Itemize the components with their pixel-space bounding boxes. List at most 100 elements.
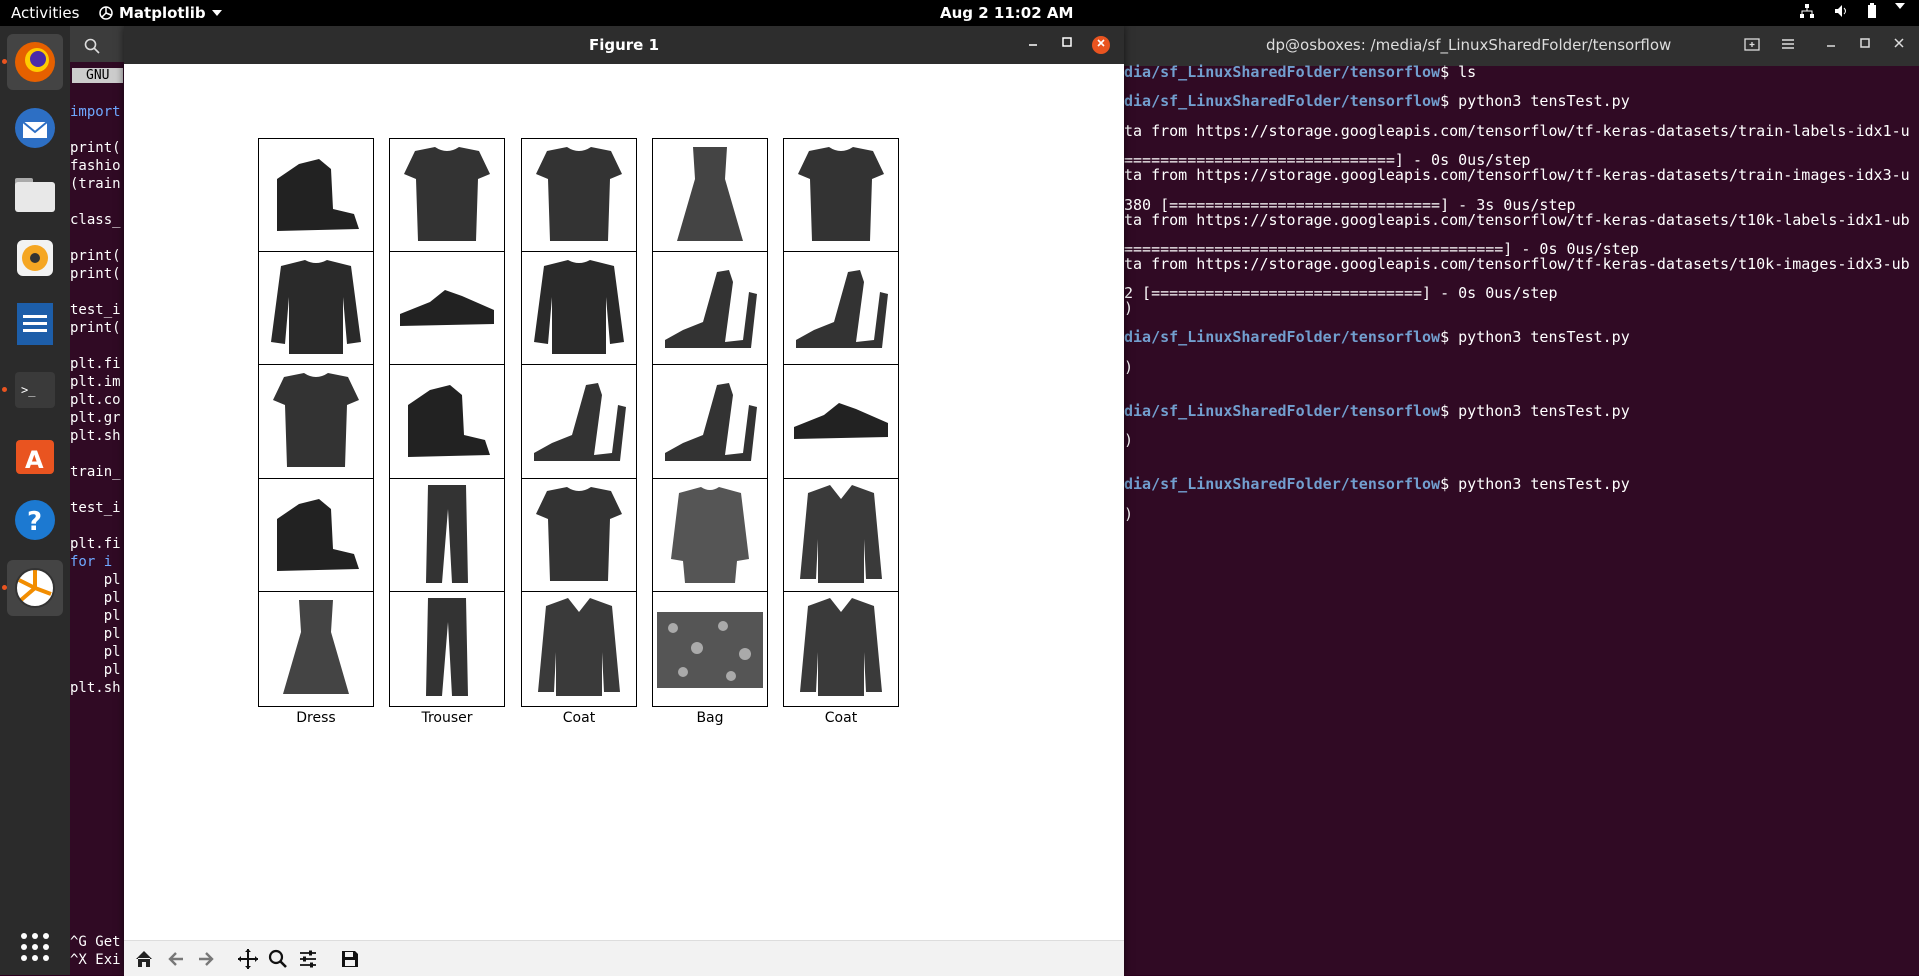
terminal-text: $ python3 tensTest.py: [1440, 475, 1630, 493]
configure-subplots-button[interactable]: [296, 947, 320, 971]
system-tray[interactable]: [1799, 3, 1905, 19]
code-line: pl: [70, 572, 121, 588]
minimize-icon: [1029, 44, 1037, 46]
terminal-window[interactable]: dp@osboxes: /media/sf_LinuxSharedFolder/…: [1124, 26, 1919, 975]
pan-button[interactable]: [236, 947, 260, 971]
maximize-button[interactable]: [1060, 34, 1074, 53]
terminal-prompt-path: dia/sf_LinuxSharedFolder/tensorflow: [1124, 402, 1441, 420]
app-grid-icon: [21, 933, 49, 961]
back-button[interactable]: [164, 947, 188, 971]
top-bar: Activities Matplotlib Aug 2 11:02 AM: [0, 0, 1919, 26]
magnifier-icon: [268, 949, 287, 968]
svg-text:>_: >_: [21, 383, 36, 397]
sample-image: [521, 364, 637, 480]
sample-image: [783, 138, 899, 254]
code-line: plt.co: [70, 392, 121, 408]
terminal-line: ): [1124, 431, 1133, 449]
app-menu[interactable]: Matplotlib: [99, 4, 222, 22]
figure-canvas[interactable]: Ankle bootT-shirt/topT-shirt/topDressT-s…: [124, 64, 1124, 940]
code-line: plt.sh: [70, 680, 121, 696]
code-line: pl: [70, 626, 121, 642]
firefox-launcher[interactable]: [7, 34, 63, 90]
close-button[interactable]: [1892, 36, 1906, 54]
firefox-icon: [15, 42, 55, 82]
terminal-line: dia/sf_LinuxSharedFolder/tensorflow$ pyt…: [1124, 475, 1630, 493]
sample-image: [652, 364, 768, 480]
terminal-line: dia/sf_LinuxSharedFolder/tensorflow$ pyt…: [1124, 402, 1630, 420]
terminal-title: dp@osboxes: /media/sf_LinuxSharedFolder/…: [1266, 36, 1672, 54]
code-line: pl: [70, 644, 121, 660]
sample-image: [652, 591, 768, 707]
terminal-line: dia/sf_LinuxSharedFolder/tensorflow$ pyt…: [1124, 328, 1630, 346]
class-label: Coat: [824, 710, 858, 726]
terminal-output[interactable]: dia/sf_LinuxSharedFolder/tensorflow$ ls d…: [1124, 63, 1919, 975]
figure-titlebar[interactable]: Figure 1: [124, 26, 1124, 64]
sample-image: [389, 138, 505, 254]
files-launcher[interactable]: [7, 166, 63, 222]
maximize-button[interactable]: [1858, 36, 1872, 54]
chevron-down-icon: [211, 10, 222, 16]
matplotlib-launcher[interactable]: [7, 560, 63, 616]
terminal-text: ): [1124, 505, 1134, 523]
forward-button[interactable]: [194, 947, 218, 971]
code-line: import: [70, 104, 121, 120]
thunderbird-launcher[interactable]: [7, 100, 63, 156]
code-line: print(: [70, 320, 121, 336]
code-line: plt.im: [70, 374, 121, 390]
terminal-text: ): [1124, 431, 1134, 449]
editor-window[interactable]: GNU import print( fashio (train class_ p…: [70, 62, 130, 975]
close-button[interactable]: [1092, 36, 1110, 54]
matplotlib-icon: [99, 6, 113, 20]
help-launcher[interactable]: ?: [7, 492, 63, 548]
running-indicator: [2, 585, 7, 590]
rhythmbox-launcher[interactable]: [7, 230, 63, 286]
save-figure-button[interactable]: [338, 947, 362, 971]
writer-launcher[interactable]: [7, 296, 63, 352]
minimize-button[interactable]: [1026, 34, 1040, 53]
editor-header: [70, 26, 124, 66]
sample-image: [783, 478, 899, 594]
menu-button[interactable]: [1780, 36, 1796, 56]
maximize-icon: [1860, 38, 1870, 48]
sample-image: [783, 251, 899, 367]
activities-button[interactable]: Activities: [11, 4, 79, 22]
code-line: print(: [70, 140, 121, 156]
terminal-text: 2 [==============================] - 0s …: [1124, 284, 1558, 302]
terminal-line: dia/sf_LinuxSharedFolder/tensorflow$ ls: [1124, 63, 1476, 81]
code-line: print(: [70, 248, 121, 264]
figure-window[interactable]: Figure 1 Ankle bootT-shirt/topT-shirt/to…: [124, 26, 1124, 976]
new-tab-icon: [1744, 38, 1760, 51]
clock[interactable]: Aug 2 11:02 AM: [940, 4, 1073, 22]
sliders-icon: [300, 950, 316, 968]
sample-image: [258, 591, 374, 707]
sample-image: [783, 591, 899, 707]
terminal-launcher[interactable]: >_: [7, 362, 63, 418]
terminal-text: $ python3 tensTest.py: [1440, 328, 1630, 346]
terminal-text: ): [1124, 299, 1134, 317]
minimize-icon: [1827, 45, 1835, 47]
code-line: pl: [70, 608, 121, 624]
terminal-text: $ python3 tensTest.py: [1440, 402, 1630, 420]
sample-image: [652, 478, 768, 594]
home-button[interactable]: [132, 947, 156, 971]
sample-image: [258, 251, 374, 367]
app-name: Matplotlib: [119, 4, 206, 22]
sample-image: [389, 478, 505, 594]
search-icon[interactable]: [84, 38, 100, 54]
close-icon: [1097, 39, 1105, 47]
terminal-text: ta from https://storage.googleapis.com/t…: [1124, 255, 1910, 273]
battery-icon: [1868, 3, 1876, 18]
terminal-titlebar[interactable]: dp@osboxes: /media/sf_LinuxSharedFolder/…: [1124, 26, 1919, 66]
move-icon: [238, 949, 258, 969]
matplotlib-icon: [15, 568, 55, 608]
help-icon: ?: [15, 500, 55, 540]
minimize-button[interactable]: [1824, 36, 1838, 54]
code-line: test_i: [70, 302, 121, 318]
new-tab-button[interactable]: [1744, 36, 1760, 56]
zoom-button[interactable]: [266, 947, 290, 971]
software-launcher[interactable]: A: [7, 426, 63, 482]
hamburger-icon: [1782, 39, 1794, 49]
show-applications-button[interactable]: [7, 919, 63, 975]
terminal-prompt-path: dia/sf_LinuxSharedFolder/tensorflow: [1124, 63, 1441, 81]
code-line: train_: [70, 464, 121, 480]
